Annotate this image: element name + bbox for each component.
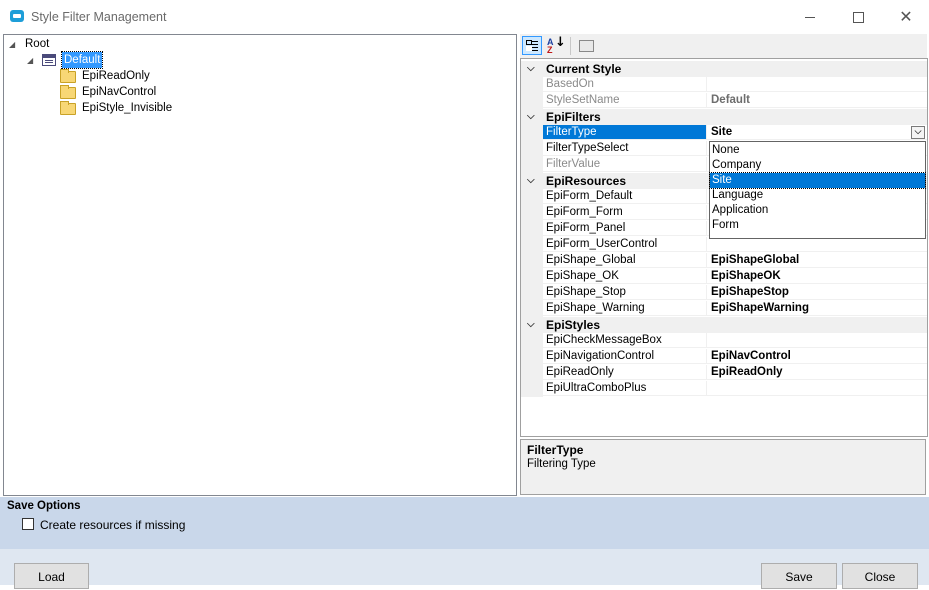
property-row[interactable]: EpiShape_OK EpiShapeOK (521, 269, 927, 285)
style-set-icon (42, 54, 56, 66)
toolbar-separator (570, 37, 571, 55)
create-resources-label[interactable]: Create resources if missing (40, 518, 185, 532)
title-bar: Style Filter Management ✕ (0, 0, 929, 34)
collapse-chevron-icon[interactable]: ⌵ (527, 109, 535, 125)
property-row[interactable]: BasedOn (521, 77, 927, 93)
app-icon (10, 10, 24, 22)
category-current-style[interactable]: ⌵ Current Style (521, 61, 927, 77)
filtertype-dropdown-list[interactable]: None Company Site Language Application F… (709, 141, 926, 239)
filtertype-value[interactable]: Site ⌵ (707, 125, 927, 140)
tree-label: Root (25, 38, 50, 50)
close-button[interactable]: Close (842, 563, 918, 589)
folder-icon (60, 85, 76, 99)
property-row[interactable]: EpiShape_Stop EpiShapeStop (521, 285, 927, 301)
maximize-button[interactable] (838, 6, 878, 28)
dropdown-option-language[interactable]: Language (710, 188, 925, 203)
dropdown-option-form[interactable]: Form (710, 218, 925, 233)
tree-label: EpiStyle_Invisible (82, 102, 173, 114)
property-grid[interactable]: ⌵ Current Style BasedOn StyleSetName Def… (520, 58, 928, 437)
collapse-icon[interactable]: ◢ (27, 56, 36, 65)
property-row[interactable]: StyleSetName Default (521, 93, 927, 109)
dropdown-option-none[interactable]: None (710, 143, 925, 158)
tree-label: Default (60, 51, 104, 69)
property-row[interactable]: EpiForm_UserControl (521, 237, 927, 253)
collapse-chevron-icon[interactable]: ⌵ (527, 317, 535, 333)
property-help-pane: FilterType Filtering Type (520, 439, 926, 495)
collapse-chevron-icon[interactable]: ⌵ (527, 173, 535, 189)
categorized-view-button[interactable] (522, 36, 542, 55)
arrow-down-icon: ↓ (555, 35, 566, 50)
folder-icon (60, 101, 76, 115)
dropdown-option-application[interactable]: Application (710, 203, 925, 218)
save-button[interactable]: Save (761, 563, 837, 589)
save-options-panel: Save Options Create resources if missing (0, 497, 929, 549)
property-row[interactable]: EpiShape_Global EpiShapeGlobal (521, 253, 927, 269)
tree-label: EpiNavControl (82, 86, 157, 98)
dropdown-chevron-icon[interactable]: ⌵ (911, 126, 925, 139)
window-title: Style Filter Management (31, 10, 167, 24)
tree-label: EpiReadOnly (82, 70, 150, 82)
property-row[interactable]: EpiNavigationControl EpiNavControl (521, 349, 927, 365)
help-description: Filtering Type (527, 458, 596, 470)
property-row-filtertype[interactable]: FilterType Site ⌵ (521, 125, 927, 141)
property-row[interactable]: EpiCheckMessageBox (521, 333, 927, 349)
alphabetical-sort-button[interactable]: A Z ↓ (544, 35, 566, 55)
create-resources-checkbox[interactable] (22, 518, 34, 530)
close-window-button[interactable]: ✕ (886, 6, 926, 28)
property-row[interactable]: EpiShape_Warning EpiShapeWarning (521, 301, 927, 317)
dropdown-option-company[interactable]: Company (710, 158, 925, 173)
collapse-chevron-icon[interactable]: ⌵ (527, 61, 535, 77)
help-title: FilterType (527, 443, 584, 457)
property-row[interactable]: EpiReadOnly EpiReadOnly (521, 365, 927, 381)
property-pages-button[interactable] (576, 36, 596, 55)
load-button[interactable]: Load (14, 563, 89, 589)
folder-icon (60, 69, 76, 83)
collapse-icon[interactable]: ◢ (9, 40, 18, 49)
dropdown-option-site[interactable]: Site (709, 172, 926, 189)
category-epi-styles[interactable]: ⌵ EpiStyles (521, 317, 927, 333)
property-row[interactable]: EpiUltraComboPlus (521, 381, 927, 397)
property-grid-toolbar: A Z ↓ (520, 34, 927, 58)
minimize-button[interactable] (790, 6, 830, 28)
category-epi-filters[interactable]: ⌵ EpiFilters (521, 109, 927, 125)
style-tree[interactable]: ◢ Root ◢ Default EpiReadOnly EpiNavContr… (3, 34, 517, 496)
save-options-title: Save Options (7, 500, 81, 512)
